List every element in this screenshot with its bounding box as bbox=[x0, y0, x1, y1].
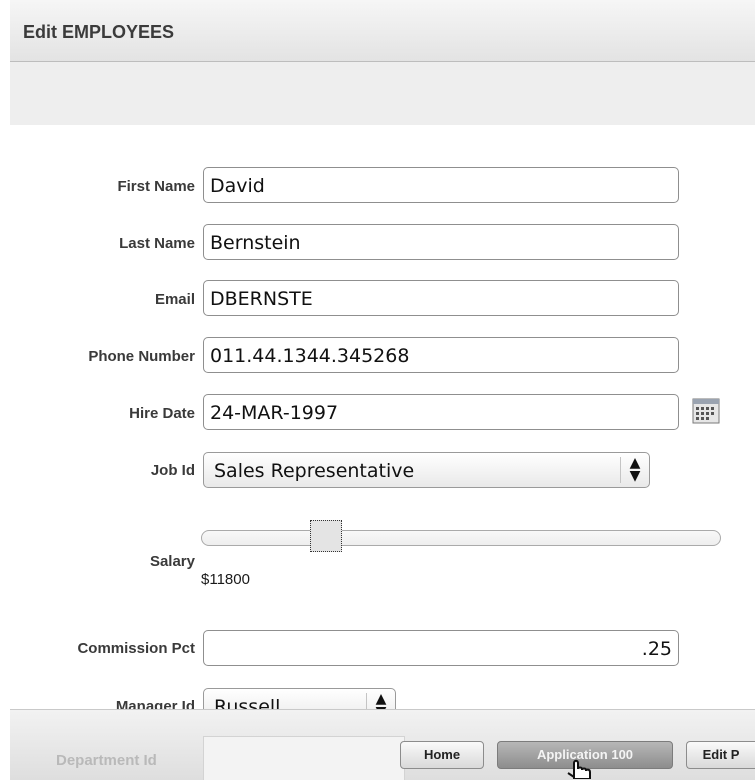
page-title: Edit EMPLOYEES bbox=[23, 22, 175, 42]
salary-slider-track[interactable] bbox=[201, 530, 721, 546]
job-id-selected-value: Sales Representative bbox=[214, 460, 415, 482]
hire-date-label: Hire Date bbox=[129, 405, 195, 422]
home-button[interactable]: Home bbox=[400, 741, 484, 769]
select-arrows-icon: ▲▼ bbox=[620, 456, 649, 483]
email-label: Email bbox=[154, 291, 195, 308]
department-id-label: Department Id bbox=[56, 752, 157, 769]
email-input[interactable]: DBERNSTE bbox=[203, 280, 679, 316]
job-id-label: Job Id bbox=[150, 462, 195, 479]
hire-date-input[interactable]: 24-MAR-1997 bbox=[203, 394, 679, 430]
commission-pct-input[interactable]: .25 bbox=[203, 630, 679, 666]
hand-pointer-icon bbox=[567, 759, 591, 779]
last-name-label: Last Name bbox=[119, 235, 195, 252]
calendar-icon[interactable] bbox=[692, 398, 720, 424]
first-name-label: First Name bbox=[117, 178, 195, 195]
phone-number-label: Phone Number bbox=[88, 348, 195, 365]
region-title-bar: Edit EMPLOYEES bbox=[10, 0, 755, 62]
last-name-input[interactable]: Bernstein bbox=[203, 224, 679, 260]
salary-value: $11800 bbox=[201, 571, 250, 588]
department-id-select[interactable] bbox=[203, 736, 405, 780]
edit-page-button[interactable]: Edit P bbox=[686, 741, 755, 769]
salary-label: Salary bbox=[149, 553, 195, 570]
first-name-input[interactable]: David bbox=[203, 167, 679, 203]
salary-slider-handle[interactable] bbox=[310, 520, 342, 552]
phone-number-input[interactable]: 011.44.1344.345268 bbox=[203, 337, 679, 373]
commission-pct-label: Commission Pct bbox=[77, 640, 195, 657]
job-id-select[interactable]: Sales Representative ▲ ▼ bbox=[203, 452, 650, 488]
